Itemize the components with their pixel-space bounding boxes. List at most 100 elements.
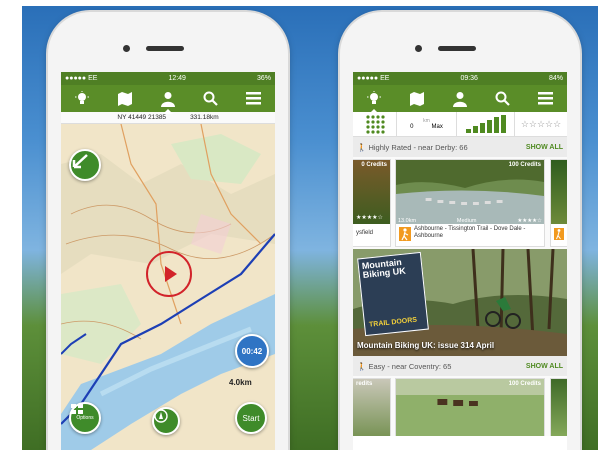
route-card[interactable]: 100 Credits <box>395 378 545 436</box>
credits-badge: 100 Credits <box>508 162 541 168</box>
feature-banner[interactable]: Mountain Biking UK TRAIL DOORS Mountain … <box>353 249 567 356</box>
compass-button[interactable] <box>69 149 101 181</box>
speaker-grill <box>438 46 476 51</box>
carrier-label: ●●●●● EE <box>65 75 98 82</box>
nav-tips[interactable] <box>67 87 97 111</box>
nav-search[interactable] <box>488 87 518 111</box>
route-meta: 13.0km Medium ★★★★☆ <box>398 218 542 224</box>
route-thumbnail <box>551 379 567 436</box>
difficulty-bars-icon <box>465 115 506 133</box>
route-card-partial-right[interactable] <box>550 378 567 436</box>
route-carousel: 0 Credits ★★★★☆ ysfield 100 Credits 13.0… <box>353 157 567 249</box>
star-rating-icon: ★★★★☆ <box>356 215 383 221</box>
route-card-partial-left[interactable]: redits <box>353 378 391 436</box>
map-icon <box>410 91 425 106</box>
map-icon <box>118 91 133 106</box>
nav-bar <box>353 85 567 114</box>
distance-min: 0 <box>410 124 414 130</box>
search-icon <box>495 91 511 106</box>
map-screen: ●●●●● EE 12:49 36% NY 41449 21385 331.18… <box>61 72 275 450</box>
options-label: Options <box>76 415 94 421</box>
credits-badge: 100 Credits <box>508 381 541 387</box>
route-thumbnail <box>396 160 544 224</box>
show-all-link[interactable]: SHOW ALL <box>526 363 563 370</box>
route-card[interactable]: 100 Credits 13.0km Medium ★★★★☆ Ashbourn… <box>395 159 545 247</box>
route-title: Ashbourne - Tissington Trail - Dove Dale… <box>414 226 526 240</box>
route-thumbnail <box>353 379 390 436</box>
nav-profile[interactable] <box>445 87 475 111</box>
magazine-tagline: TRAIL DOORS <box>368 316 418 329</box>
route-card-partial-right[interactable] <box>550 159 567 247</box>
nav-tips[interactable] <box>359 87 389 114</box>
section-title: 🚶 Highly Rated - near Derby: 66 <box>357 142 468 152</box>
direction-arrow-icon <box>72 154 88 169</box>
route-carousel: redits 100 Credits <box>353 376 567 436</box>
hiker-icon: 🚶 <box>357 361 367 371</box>
section-header-highly-rated: 🚶 Highly Rated - near Derby: 66 SHOW ALL <box>353 137 567 157</box>
battery-label: 36% <box>256 75 271 82</box>
hiker-icon: 🚶 <box>357 142 367 152</box>
battery-label: 84% <box>548 75 563 82</box>
route-card-partial-left[interactable]: 0 Credits ★★★★☆ ysfield <box>353 159 391 247</box>
walking-icon <box>399 227 411 246</box>
lightbulb-icon <box>367 90 382 104</box>
nav-map[interactable] <box>110 87 140 111</box>
magazine-cover: Mountain Biking UK TRAIL DOORS <box>357 251 429 337</box>
rating-filter[interactable]: ☆☆☆☆☆ <box>515 112 567 137</box>
dot-grid-icon <box>365 115 385 134</box>
clock-label: 09:36 <box>460 75 478 82</box>
hamburger-icon <box>538 92 554 105</box>
distance-max: Max <box>431 124 443 130</box>
feature-caption: Mountain Biking UK: issue 314 April <box>357 341 495 350</box>
nav-menu[interactable] <box>531 87 561 111</box>
speaker-grill <box>146 46 184 51</box>
section-header-easy: 🚶 Easy - near Coventry: 65 SHOW ALL <box>353 356 567 376</box>
carrier-label: ●●●●● EE <box>357 75 390 82</box>
route-thumbnail <box>551 160 567 224</box>
phone-frame-map: ●●●●● EE 12:49 36% NY 41449 21385 331.18… <box>48 12 288 450</box>
nav-search[interactable] <box>196 87 226 111</box>
camera-dot <box>123 45 130 52</box>
scale-label: 4.0km <box>229 378 252 387</box>
nav-map[interactable] <box>402 87 432 111</box>
clock-label: 12:49 <box>168 75 186 82</box>
os-map[interactable]: 00:42 4.0km Options Start <box>61 124 275 450</box>
grid-icon <box>71 404 83 414</box>
show-all-link[interactable]: SHOW ALL <box>526 144 563 151</box>
search-icon <box>203 91 219 106</box>
route-title: ysfield <box>356 230 374 236</box>
star-rating-icon: ☆☆☆☆☆ <box>520 118 562 129</box>
route-thumbnail <box>396 379 544 436</box>
nav-bar <box>61 85 275 114</box>
route-distance: 13.0km <box>398 218 417 224</box>
distance-filter[interactable]: km 0 Max <box>397 111 457 137</box>
lightbulb-icon <box>75 90 90 104</box>
credits-badge: redits <box>356 381 373 387</box>
status-bar: ●●●●● EE 12:49 36% <box>61 72 275 85</box>
activity-filter[interactable] <box>353 111 397 137</box>
credits-badge: 0 Credits <box>361 162 387 168</box>
options-button[interactable]: Options <box>69 402 101 434</box>
person-icon <box>452 91 467 107</box>
navigate-button[interactable] <box>152 407 180 435</box>
compass-icon <box>154 409 168 423</box>
start-button[interactable]: Start <box>235 402 267 434</box>
difficulty-filter[interactable] <box>457 111 515 137</box>
hamburger-icon <box>246 92 262 105</box>
magazine-title: Mountain Biking UK <box>361 256 407 281</box>
phone-frame-routes: ●●●●● EE 09:36 84% km 0 Max ☆☆☆☆☆ 🚶 High… <box>340 12 580 450</box>
star-rating-icon: ★★★★☆ <box>517 218 542 224</box>
section-title: 🚶 Easy - near Coventry: 65 <box>357 361 452 371</box>
distance-readout: 331.18km <box>190 114 219 121</box>
route-difficulty: Medium <box>456 218 477 224</box>
walking-icon <box>554 227 564 245</box>
grid-reference: NY 41449 21385 <box>117 114 167 121</box>
nav-menu[interactable] <box>239 87 269 111</box>
person-icon <box>160 91 175 107</box>
nav-profile[interactable] <box>153 87 183 114</box>
timer-button[interactable]: 00:42 <box>235 334 269 368</box>
coordinate-bar: NY 41449 21385 331.18km <box>61 112 275 124</box>
filter-bar: km 0 Max ☆☆☆☆☆ <box>353 111 567 137</box>
routes-screen: ●●●●● EE 09:36 84% km 0 Max ☆☆☆☆☆ 🚶 High… <box>353 72 567 450</box>
camera-dot <box>415 45 422 52</box>
